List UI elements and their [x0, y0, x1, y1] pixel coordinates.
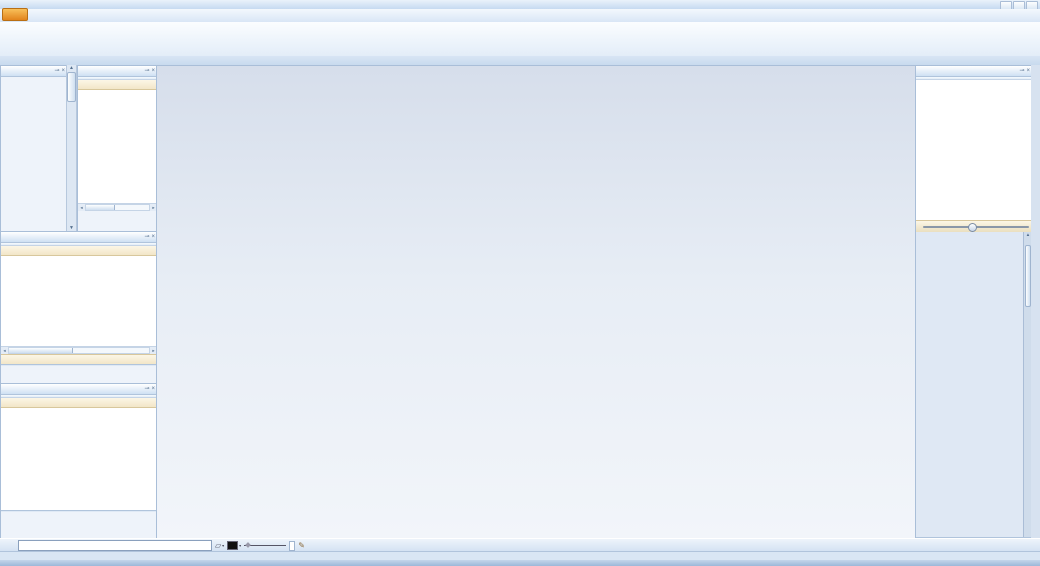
konstruktionswechsel-scrollbar[interactable]: ▲▼: [66, 65, 77, 231]
symbol-size-slider[interactable]: [923, 226, 1029, 228]
bottom-toolbar: ▱▾ ▾ ✎: [0, 538, 1040, 552]
application-menu-button[interactable]: [2, 8, 28, 21]
line-color-dropdown[interactable]: ▾: [227, 541, 241, 550]
close-icon[interactable]: ×: [61, 66, 65, 76]
ansichten-hscrollbar[interactable]: ◂▸: [78, 203, 157, 211]
bottom-strip: [0, 560, 1040, 566]
pin-icon[interactable]: ⊸: [144, 384, 149, 394]
close-icon[interactable]: ×: [151, 232, 155, 242]
scroll-up-icon[interactable]: ▲: [69, 65, 74, 71]
panel-konstruktionswechsel: ⊸×: [0, 65, 68, 233]
pin-icon[interactable]: ⊸: [54, 66, 59, 76]
ribbon-tab-row: [0, 9, 1040, 23]
viewport-3d[interactable]: [156, 65, 917, 540]
line-width-slider[interactable]: [244, 545, 286, 546]
panel-bauwesen-funktionen: ⊸× ▲: [915, 65, 1033, 540]
panel-ansichten: ⊸× ◂▸: [77, 65, 158, 233]
line-type-dropdown[interactable]: ▱▾: [215, 541, 224, 550]
prompt-input[interactable]: [18, 540, 212, 551]
close-icon[interactable]: ×: [1026, 66, 1030, 76]
symbol-gallery: ▲: [916, 232, 1032, 537]
ribbon: [0, 22, 1040, 57]
feature-content-empty: [1, 408, 157, 510]
line-width-value[interactable]: [289, 541, 295, 551]
close-icon[interactable]: ×: [151, 66, 155, 76]
pin-icon[interactable]: ⊸: [144, 232, 149, 242]
panel-3d-teilestruktur: ⊸× ◂▸: [0, 231, 158, 385]
viewport-scene: [157, 66, 916, 539]
teilestruktur-hscrollbar[interactable]: ◂▸: [1, 346, 157, 354]
right-dock-strip: [1031, 65, 1040, 538]
pin-icon[interactable]: ⊸: [144, 66, 149, 76]
pin-icon[interactable]: ⊸: [1019, 66, 1024, 76]
symbol-size-slider-row: [916, 220, 1032, 232]
panel-feature: ⊸×: [0, 383, 158, 540]
close-icon[interactable]: ×: [151, 384, 155, 394]
selected-elements-footer: [1, 354, 157, 364]
pen-icon[interactable]: ✎: [298, 541, 305, 551]
title-bar: [0, 0, 1040, 9]
